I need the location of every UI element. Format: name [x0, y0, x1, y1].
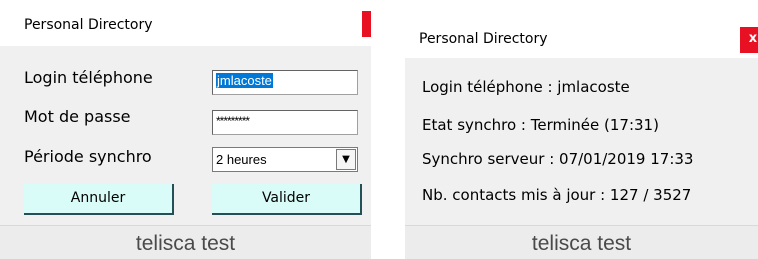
password-input-value: *********: [216, 114, 250, 128]
close-button[interactable]: x: [362, 11, 371, 37]
status-window: Personal Directory x Login téléphone : j…: [405, 0, 758, 259]
status-login-line: Login téléphone : jmlacoste: [422, 78, 630, 96]
password-input[interactable]: *********: [212, 110, 358, 135]
close-button[interactable]: x: [740, 27, 758, 53]
title-bar: Personal Directory x: [405, 0, 758, 58]
period-label: Période synchro: [24, 147, 152, 166]
window-title: Personal Directory: [24, 17, 153, 33]
period-select-value: 2 heures: [216, 152, 267, 167]
footer-banner: telisca test: [0, 225, 371, 259]
title-bar: Personal Directory x: [0, 0, 371, 46]
status-server-sync-line: Synchro serveur : 07/01/2019 17:33: [422, 150, 694, 168]
footer-banner: telisca test: [405, 225, 758, 259]
login-label: Login téléphone: [24, 68, 153, 87]
cancel-button[interactable]: Annuler: [24, 184, 174, 215]
login-input[interactable]: jmlacoste: [212, 70, 358, 95]
login-input-value: jmlacoste: [216, 73, 273, 88]
login-window: Personal Directory x Login téléphone jml…: [0, 0, 371, 259]
status-contacts-line: Nb. contacts mis à jour : 127 / 3527: [422, 186, 692, 204]
window-title: Personal Directory: [419, 31, 548, 47]
password-label: Mot de passe: [24, 107, 131, 126]
period-select[interactable]: 2 heures ▼: [212, 147, 358, 172]
chevron-down-icon[interactable]: ▼: [336, 149, 356, 170]
status-sync-state-line: Etat synchro : Terminée (17:31): [422, 116, 659, 134]
validate-button[interactable]: Valider: [212, 184, 362, 215]
close-icon: x: [748, 31, 758, 46]
